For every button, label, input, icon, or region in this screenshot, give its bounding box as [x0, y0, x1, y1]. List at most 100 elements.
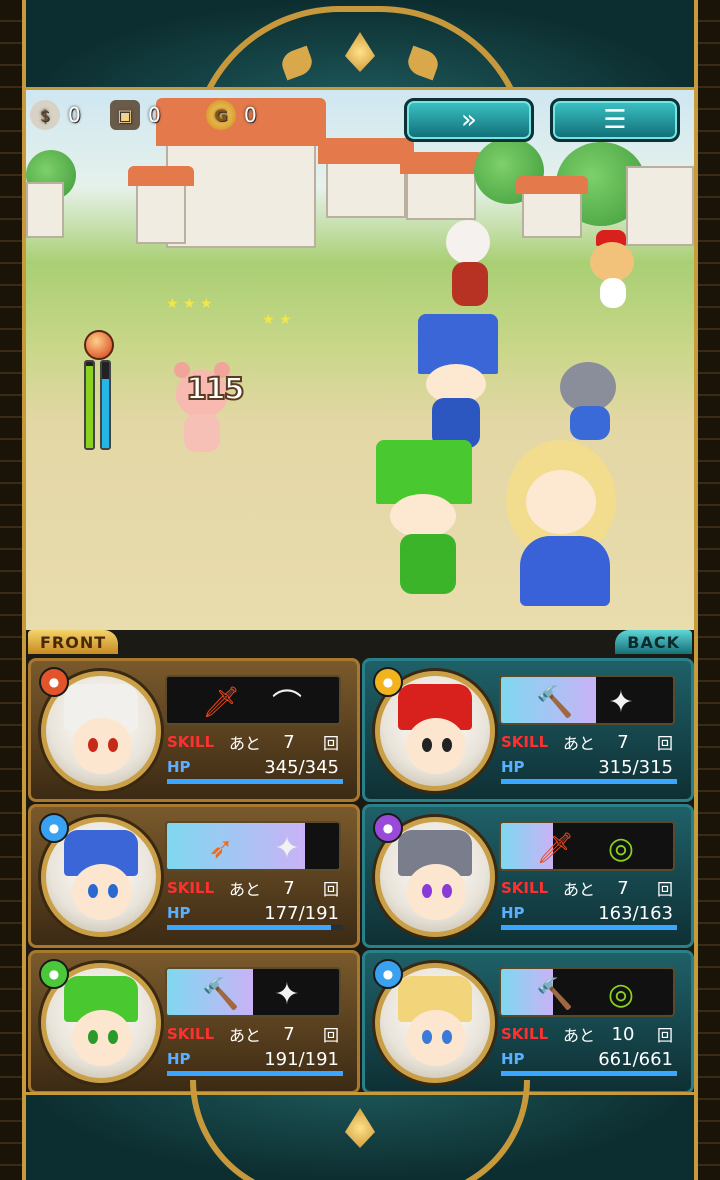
party-card-monkey[interactable]: ● 🔨 ✦ SKILL あと 7 回 HP 315/315 — [362, 658, 694, 802]
skill-row: SKILL あと 7 回 — [501, 731, 681, 754]
front-label: FRONT — [28, 630, 119, 654]
bag-count: 0 — [68, 103, 81, 127]
coin-counter: G 0 — [206, 100, 257, 130]
remaining-label: あと — [563, 880, 596, 899]
sword-icon: 🗡 — [201, 684, 241, 720]
party-card-white-wolf[interactable]: ● 🗡 ⌒ SKILL あと 7 回 HP 345/345 — [28, 658, 360, 802]
hp-bar — [501, 925, 677, 930]
left-ornate-border — [0, 0, 26, 1180]
party-card-gray-cat-knight[interactable]: ● 🗡 ◎ SKILL あと 7 回 HP 163/163 — [362, 804, 694, 948]
skill-remaining: 7 — [617, 877, 629, 899]
portrait-face — [72, 718, 132, 774]
village-house — [26, 182, 64, 238]
party-panel: FRONT BACK ● 🗡 ⌒ SKILL あと 7 回 HP 345/345… — [26, 630, 694, 1094]
shuriken-icon: ✦ — [274, 830, 300, 866]
portrait-eye — [442, 738, 452, 752]
back-label: BACK — [615, 630, 692, 654]
hp-label: HP — [501, 758, 525, 776]
portrait-eye — [88, 1030, 98, 1044]
sparkle-stars: ★ ★ ★ — [166, 296, 213, 312]
hp-bar — [167, 925, 343, 930]
skill-row: SKILL あと 7 回 — [167, 1023, 347, 1046]
ring-icon: ◎ — [607, 976, 635, 1012]
hp-bar-fill — [501, 1071, 677, 1076]
skill-charge-bar: 🗡 ◎ — [499, 821, 675, 871]
skill-row: SKILL あと 7 回 — [167, 877, 347, 900]
party-card-blue-soldier[interactable]: ● ➶ ✦ SKILL あと 7 回 HP 177/191 — [28, 804, 360, 948]
ally-white-wolf[interactable] — [426, 210, 516, 310]
coin-count: 0 — [244, 103, 257, 127]
ring-icon: ◎ — [607, 830, 635, 866]
money-bag-icon: $ — [30, 100, 60, 130]
shuriken-icon: ✦ — [274, 976, 300, 1012]
hp-bar-fill — [167, 925, 331, 930]
skill-charge-bar: 🗡 ⌒ — [165, 675, 341, 725]
hp-row: HP 191/191 — [167, 1047, 347, 1071]
skill-row: SKILL あと 7 回 — [501, 877, 681, 900]
hp-bar — [167, 779, 343, 784]
skill-row: SKILL あと 7 回 — [167, 731, 347, 754]
times-label: 回 — [322, 734, 339, 753]
treasure-chest-icon: ▣ — [110, 100, 140, 130]
hp-bar-fill — [501, 779, 677, 784]
hp-value: 177/191 — [264, 902, 339, 924]
hp-label: HP — [167, 1050, 191, 1068]
skill-charge-bar: 🔨 ✦ — [165, 967, 341, 1017]
game-screen: ★ ★ ★ ★ ★ $ 0 ▣ 0 G 0 » ☰ 115 FRONT BACK… — [0, 0, 720, 1180]
skill-remaining: 7 — [617, 731, 629, 753]
ally-monkey[interactable] — [586, 230, 646, 310]
fast-forward-button[interactable]: » — [404, 98, 534, 142]
times-label: 回 — [656, 734, 673, 753]
remaining-label: あと — [229, 734, 262, 753]
skill-label: SKILL — [501, 1025, 549, 1043]
remaining-label: あと — [563, 1026, 596, 1045]
hp-value: 163/163 — [598, 902, 673, 924]
skill-label: SKILL — [501, 879, 549, 897]
water-element-icon: ● — [39, 813, 69, 843]
fire-element-icon: ● — [39, 667, 69, 697]
skill-remaining: 7 — [283, 1023, 295, 1045]
portrait-eye — [442, 1030, 452, 1044]
portrait-eye — [422, 1030, 432, 1044]
gauge-bar-green — [84, 360, 95, 450]
battle-scene[interactable]: ★ ★ ★ ★ ★ $ 0 ▣ 0 G 0 » ☰ 115 — [26, 90, 694, 630]
damage-number: 115 — [185, 371, 246, 408]
hp-bar — [501, 1071, 677, 1076]
spear-icon: ➶ — [208, 830, 234, 866]
party-card-green-soldier[interactable]: ● 🔨 ✦ SKILL あと 7 回 HP 191/191 — [28, 950, 360, 1094]
times-label: 回 — [322, 880, 339, 899]
portrait-eye — [108, 884, 118, 898]
remaining-label: あと — [563, 734, 596, 753]
times-label: 回 — [656, 880, 673, 899]
hp-bar — [501, 779, 677, 784]
hp-row: HP 661/661 — [501, 1047, 681, 1071]
hp-value: 191/191 — [264, 1048, 339, 1070]
remaining-label: あと — [229, 1026, 262, 1045]
ally-blonde-princess[interactable] — [476, 440, 656, 610]
party-card-blonde-princess[interactable]: ● 🔨 ◎ SKILL あと 10 回 HP 661/661 — [362, 950, 694, 1094]
ally-gray-cat-knight[interactable] — [546, 352, 636, 452]
portrait-face — [406, 1010, 466, 1066]
skill-remaining: 7 — [283, 877, 295, 899]
hp-value: 315/315 — [598, 756, 673, 778]
skill-label: SKILL — [167, 879, 215, 897]
skill-charge-bar: 🔨 ✦ — [499, 675, 675, 725]
menu-button[interactable]: ☰ — [550, 98, 680, 142]
hp-label: HP — [167, 758, 191, 776]
water-element-icon: ● — [373, 959, 403, 989]
skill-remaining: 10 — [611, 1023, 635, 1045]
hp-bar-fill — [501, 925, 677, 930]
chest-counter: ▣ 0 — [110, 100, 161, 130]
hp-row: HP 315/315 — [501, 755, 681, 779]
chest-count: 0 — [148, 103, 161, 127]
skill-row: SKILL あと 10 回 — [501, 1023, 681, 1046]
remaining-label: あと — [229, 880, 262, 899]
portrait-eye — [422, 738, 432, 752]
sparkle-stars: ★ ★ — [262, 312, 292, 328]
times-label: 回 — [656, 1026, 673, 1045]
gold-coin-icon: G — [206, 100, 236, 130]
dark-element-icon: ● — [373, 813, 403, 843]
skill-label: SKILL — [501, 733, 549, 751]
portrait-face — [406, 864, 466, 920]
bag-counter: $ 0 — [30, 100, 81, 130]
